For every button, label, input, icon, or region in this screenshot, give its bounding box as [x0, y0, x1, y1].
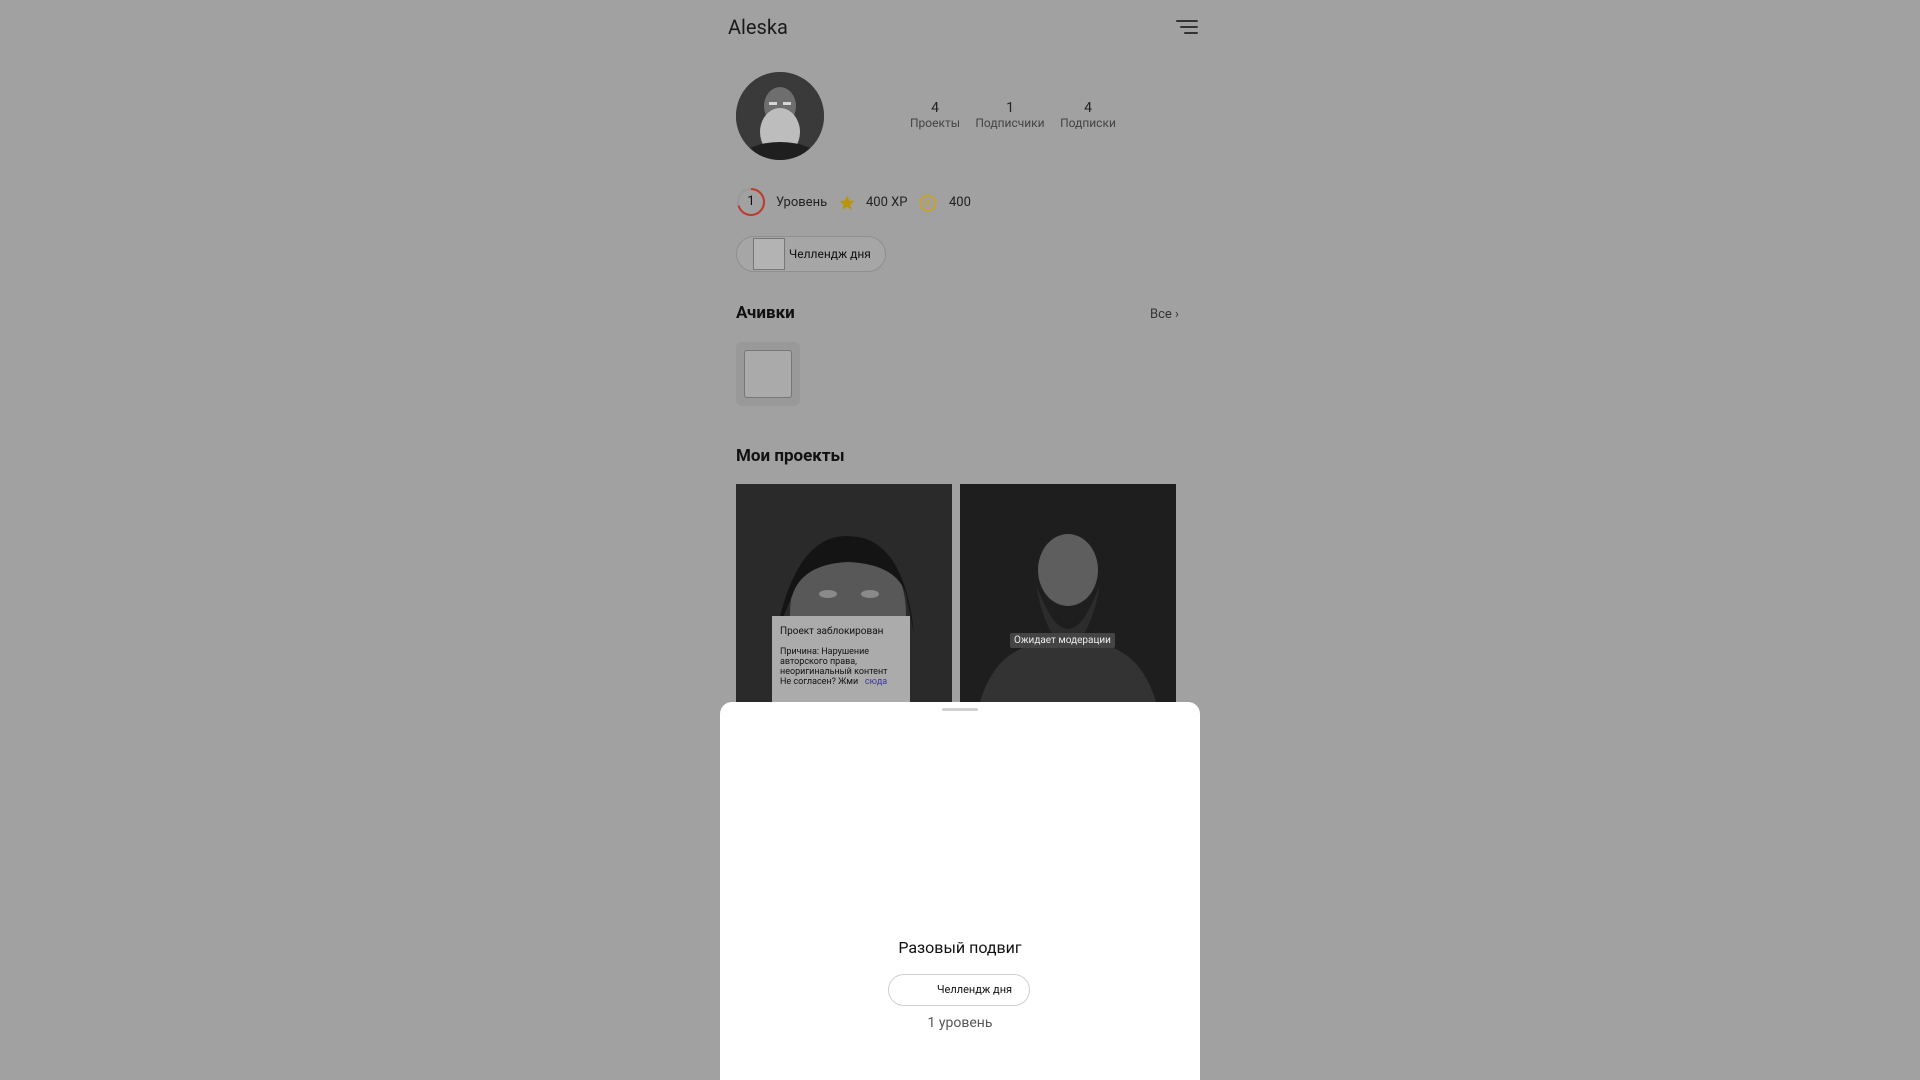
blocked-disagree-text: Не согласен? Жми: [780, 677, 859, 687]
stat-followers[interactable]: 1 Подписчики: [972, 100, 1048, 130]
stat-following[interactable]: 4 Подписки: [1056, 100, 1120, 130]
star-icon: [839, 195, 855, 210]
project-card-moderation[interactable]: Ожидает модерации: [960, 484, 1176, 702]
stat-label: Проекты: [909, 116, 961, 130]
challenge-label: Челлендж дня: [789, 247, 871, 261]
blocked-reason: Причина: Нарушение авторского права, нео…: [780, 647, 888, 677]
achievement-image: [744, 350, 792, 398]
sheet-drag-handle[interactable]: [942, 708, 978, 711]
stat-value: 4: [1084, 100, 1092, 116]
sheet-chip-label: Челлендж дня: [937, 983, 1013, 996]
stat-label: Подписчики: [975, 116, 1045, 130]
sheet-challenge-chip[interactable]: Челлендж дня: [888, 974, 1030, 1006]
sheet-level-label: 1 уровень: [927, 1015, 993, 1031]
xp-value: 400 XP: [866, 195, 908, 210]
stat-value: 4: [931, 100, 939, 116]
blocked-title: Проект заблокирован: [780, 626, 884, 637]
challenge-of-day-button[interactable]: Челлендж дня: [736, 236, 886, 272]
project-image: [960, 484, 1176, 702]
challenge-image: [753, 238, 785, 270]
moderation-badge: Ожидает модерации: [1010, 633, 1115, 648]
profile-username: Aleska: [728, 15, 788, 39]
appeal-link[interactable]: сюда: [865, 677, 887, 687]
achievement-card[interactable]: [736, 342, 800, 406]
level-number: 1: [747, 194, 755, 209]
level-row: 1 Уровень 400 XP R 400: [736, 187, 1156, 221]
achievements-all-link[interactable]: Все ›: [1150, 307, 1179, 322]
level-label: Уровень: [776, 195, 828, 210]
svg-text:R: R: [925, 199, 932, 209]
sheet-title: Разовый подвиг: [898, 938, 1022, 957]
stat-label: Подписки: [1060, 116, 1116, 130]
stat-projects[interactable]: 4 Проекты: [905, 100, 965, 130]
bottom-sheet: Разовый подвиг Челлендж дня 1 уровень: [720, 702, 1200, 1080]
projects-title: Мои проекты: [736, 446, 845, 466]
achievements-title: Ачивки: [736, 303, 795, 323]
coins-value: 400: [949, 195, 971, 210]
project-card-blocked[interactable]: Проект заблокирован Причина: Нарушение а…: [736, 484, 952, 702]
blocked-overlay: Проект заблокирован Причина: Нарушение а…: [772, 616, 910, 702]
avatar[interactable]: [736, 72, 824, 160]
blocked-disagree: Не согласен? Жми сюда: [780, 677, 902, 687]
menu-icon[interactable]: [1176, 18, 1198, 36]
coin-icon: R: [919, 194, 937, 212]
stat-value: 1: [1006, 100, 1014, 116]
